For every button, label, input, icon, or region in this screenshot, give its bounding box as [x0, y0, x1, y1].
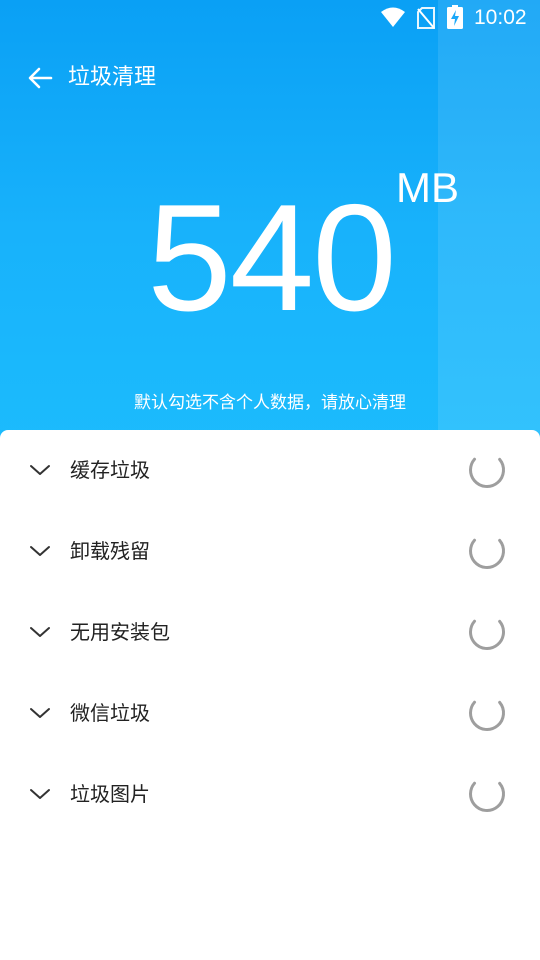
wifi-icon — [381, 7, 405, 27]
back-button[interactable] — [18, 60, 62, 96]
loading-spinner-icon — [469, 614, 505, 650]
toolbar: 垃圾清理 — [0, 48, 540, 108]
header-panel: 10:02 垃圾清理 540 MB 默认勾选不含个人数据，请放心清理 — [0, 0, 540, 460]
category-label: 垃圾图片 — [70, 782, 150, 806]
chevron-down-icon[interactable] — [28, 782, 52, 806]
junk-size-unit: MB — [396, 164, 459, 211]
clean-hint: 默认勾选不含个人数据，请放心清理 — [134, 393, 406, 413]
loading-spinner-icon — [469, 452, 505, 488]
status-time: 10:02 — [474, 6, 527, 29]
status-bar: 10:02 — [0, 0, 540, 36]
arrow-left-icon — [28, 67, 53, 89]
chevron-down-icon[interactable] — [28, 701, 52, 725]
category-label: 卸载残留 — [70, 539, 150, 563]
category-item-cache[interactable]: 缓存垃圾 — [0, 430, 540, 511]
battery-charging-icon — [447, 5, 463, 29]
category-label: 微信垃圾 — [70, 701, 150, 725]
category-label: 无用安装包 — [70, 620, 170, 644]
loading-spinner-icon — [469, 695, 505, 731]
category-item-useless-apk[interactable]: 无用安装包 — [0, 592, 540, 673]
chevron-down-icon[interactable] — [28, 539, 52, 563]
no-sim-icon — [417, 7, 435, 29]
page-title: 垃圾清理 — [68, 65, 157, 90]
category-list: 缓存垃圾 卸载残留 无用安装包 微信垃圾 垃圾图片 — [0, 430, 540, 960]
chevron-down-icon[interactable] — [28, 620, 52, 644]
category-label: 缓存垃圾 — [70, 458, 150, 482]
loading-spinner-icon — [469, 533, 505, 569]
category-item-wechat[interactable]: 微信垃圾 — [0, 673, 540, 754]
chevron-down-icon[interactable] — [28, 458, 52, 482]
junk-size-value: 540 — [147, 173, 397, 343]
category-item-uninstall-residue[interactable]: 卸载残留 — [0, 511, 540, 592]
category-item-junk-images[interactable]: 垃圾图片 — [0, 754, 540, 835]
loading-spinner-icon — [469, 776, 505, 812]
